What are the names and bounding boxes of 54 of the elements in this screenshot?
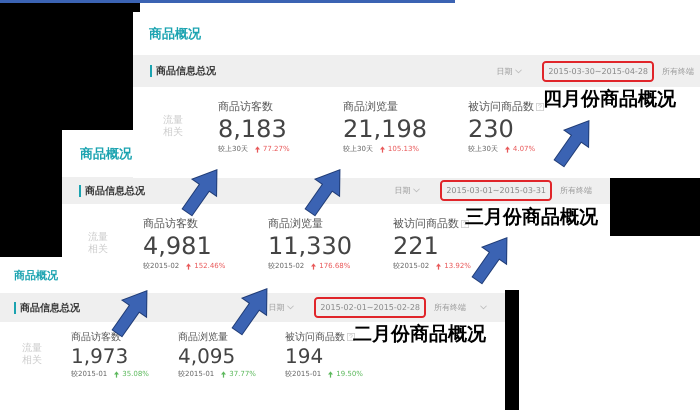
block-arrow <box>231 288 268 336</box>
terminal-label: 所有终端 <box>662 66 694 76</box>
metric-label: 商品浏览量 <box>268 216 323 231</box>
accent-mark <box>14 302 16 314</box>
metric-label: 商品访客数 <box>143 216 198 231</box>
page-title: 商品概况 <box>148 26 201 44</box>
help-icon[interactable] <box>347 333 355 341</box>
metric-value: 11,330 <box>268 231 352 261</box>
metric-value: 221 <box>393 231 439 261</box>
block-arrow <box>304 168 340 216</box>
date-label: 日期 <box>268 302 284 313</box>
caret-icon <box>287 305 294 310</box>
date-dropdown[interactable]: 日期 <box>268 302 294 313</box>
metric-value: 194 <box>285 344 324 369</box>
caret-icon <box>413 188 420 193</box>
caret-icon <box>515 68 522 74</box>
terminal-dropdown[interactable]: 所有终端 <box>662 66 700 76</box>
terminal-dropdown[interactable]: 所有终端 <box>434 302 505 313</box>
section-title: 商品信息总况 <box>156 64 216 78</box>
metric-label: 被访问商品数 <box>285 330 345 344</box>
block-arrow <box>181 168 218 216</box>
metric-value: 21,198 <box>343 114 427 144</box>
metric-label: 商品浏览量 <box>343 99 398 114</box>
metric-value: 4,095 <box>178 344 236 369</box>
annotation-caption: 三月份商品概况 <box>465 205 598 230</box>
metric-value: 1,973 <box>71 344 128 369</box>
block-arrow <box>471 236 508 284</box>
metric-label: 被访问商品数 <box>468 99 534 114</box>
accent-mark <box>79 184 81 196</box>
terminal-label: 所有终端 <box>560 185 592 196</box>
date-dropdown[interactable]: 日期 <box>496 66 522 76</box>
caret-icon <box>480 305 487 310</box>
annotation-caption: 二月份商品概况 <box>353 322 486 347</box>
metric-label: 被访问商品数 <box>393 216 459 231</box>
date-range-field[interactable]: 2015-02-01~2015-02-28 <box>314 297 426 318</box>
terminal-label: 所有终端 <box>434 302 466 313</box>
section-title: 商品信息总况 <box>20 301 80 314</box>
terminal-dropdown[interactable]: 所有终端 <box>560 185 610 196</box>
metric-label: 商品浏览量 <box>178 330 228 344</box>
date-dropdown[interactable]: 日期 <box>394 185 420 196</box>
page-title: 商品概况 <box>79 146 132 164</box>
annotation-caption: 四月份商品概况 <box>543 87 676 112</box>
metric-value: 8,183 <box>218 114 287 144</box>
metric-label: 商品访客数 <box>218 99 273 114</box>
date-label: 日期 <box>496 66 512 76</box>
section-title: 商品信息总况 <box>85 184 145 198</box>
date-label: 日期 <box>394 185 410 196</box>
page-title: 商品概况 <box>13 268 58 284</box>
metric-value: 4,981 <box>143 231 212 261</box>
date-range-field[interactable]: 2015-03-01~2015-03-31 <box>440 180 552 201</box>
block-arrow <box>553 120 590 168</box>
accent-mark <box>150 65 152 77</box>
date-range-field[interactable]: 2015-03-30~2015-04-28 <box>542 60 654 82</box>
metric-value: 230 <box>468 114 514 144</box>
